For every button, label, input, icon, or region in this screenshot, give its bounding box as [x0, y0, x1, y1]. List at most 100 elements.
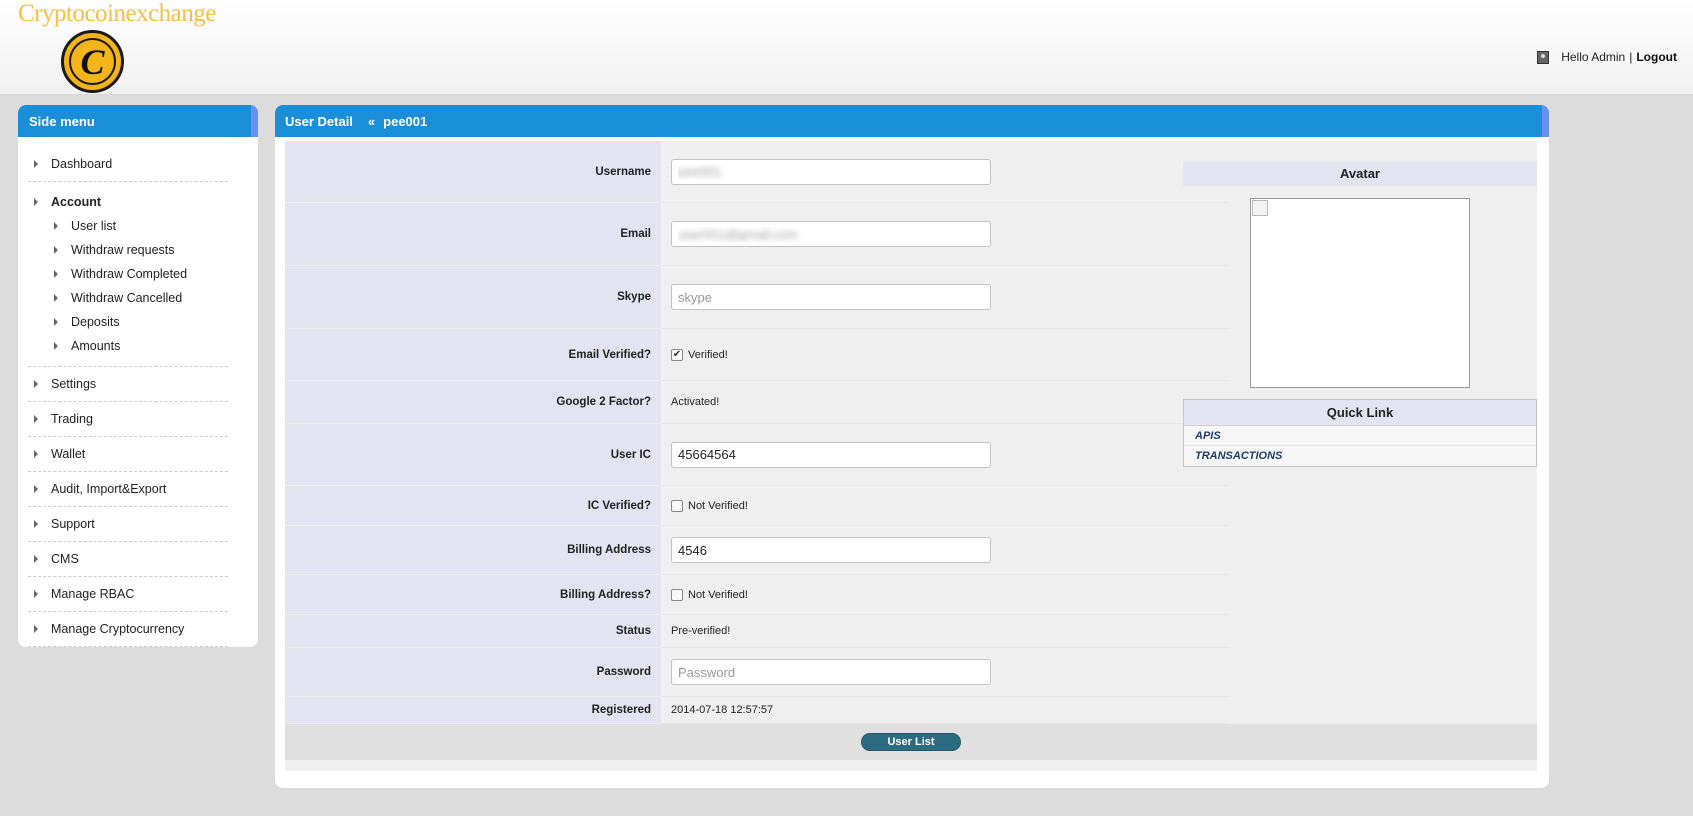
- menu-label: Dashboard: [51, 157, 113, 171]
- ic-verified-text: Not Verified!: [688, 499, 748, 512]
- label-google2fa: Google 2 Factor?: [285, 381, 661, 424]
- row-skype: Skype: [285, 266, 1229, 329]
- menu-item-rbac: Manage RBAC: [28, 577, 228, 612]
- caret-right-icon: [34, 160, 38, 168]
- menu-label: Trading: [51, 412, 93, 426]
- registered-value: 2014-07-18 12:57:57: [661, 697, 1229, 724]
- menu-item-wallet: Wallet: [28, 437, 228, 472]
- menu-label: CMS: [51, 552, 79, 566]
- caret-right-icon: [34, 415, 38, 423]
- submenu-user-list[interactable]: User list: [28, 214, 228, 238]
- menu-item-dashboard: Dashboard: [28, 147, 228, 182]
- password-input[interactable]: [671, 659, 991, 685]
- caret-right-icon: [54, 246, 58, 254]
- menu-item-settings: Settings: [28, 367, 228, 402]
- row-billing-verified: Billing Address? Not Verified!: [285, 575, 1229, 615]
- row-status: Status Pre-verified!: [285, 615, 1229, 648]
- menu-link-cms[interactable]: CMS: [28, 542, 228, 576]
- caret-right-icon: [54, 270, 58, 278]
- user-ic-input[interactable]: [671, 441, 991, 468]
- menu-link-support[interactable]: Support: [28, 507, 228, 541]
- quick-link-title: Quick Link: [1184, 400, 1536, 426]
- submenu-withdraw-cancelled[interactable]: Withdraw Cancelled: [28, 286, 228, 310]
- email-verified-text: Verified!: [688, 348, 728, 361]
- caret-right-icon: [34, 198, 38, 206]
- caret-right-icon: [34, 485, 38, 493]
- label-billing-address: Billing Address: [285, 526, 661, 575]
- label-email: Email: [285, 203, 661, 266]
- menu-label: Settings: [51, 377, 97, 391]
- user-detail-form: Username Email Skype Email Verified? ✔ Ve…: [285, 141, 1537, 771]
- avatar-image: [1250, 198, 1470, 388]
- breadcrumb-user: pee001: [383, 113, 428, 129]
- billing-verified-text: Not Verified!: [688, 588, 748, 601]
- user-list-button[interactable]: User List: [861, 733, 961, 751]
- label-user-ic: User IC: [285, 424, 661, 486]
- submenu-label: Withdraw Completed: [71, 267, 188, 281]
- menu-item-audit: Audit, Import&Export: [28, 472, 228, 507]
- logout-link[interactable]: Logout: [1636, 50, 1677, 64]
- menu-link-dashboard[interactable]: Dashboard: [28, 147, 228, 181]
- menu-link-settings[interactable]: Settings: [28, 367, 228, 401]
- label-skype: Skype: [285, 266, 661, 329]
- label-status: Status: [285, 615, 661, 648]
- menu-item-cms: CMS: [28, 542, 228, 577]
- label-email-verified: Email Verified?: [285, 329, 661, 381]
- email-verified-checkbox[interactable]: ✔: [671, 348, 683, 361]
- row-username: Username: [285, 141, 1229, 203]
- status-value: Pre-verified!: [661, 615, 1229, 648]
- label-ic-verified: IC Verified?: [285, 486, 661, 526]
- label-billing-verified: Billing Address?: [285, 575, 661, 615]
- submenu-withdraw-completed[interactable]: Withdraw Completed: [28, 262, 228, 286]
- username-input[interactable]: [671, 158, 991, 185]
- ic-verified-checkbox[interactable]: [671, 499, 683, 512]
- label-password: Password: [285, 648, 661, 697]
- menu-label: Audit, Import&Export: [51, 482, 167, 496]
- page-title: User Detail: [285, 113, 353, 129]
- menu-link-audit[interactable]: Audit, Import&Export: [28, 472, 228, 506]
- greeting: Hello Admin: [1561, 50, 1626, 64]
- brand-logo-icon[interactable]: C: [61, 30, 124, 93]
- separator: |: [1629, 50, 1633, 64]
- main-panel: User Detail « pee001 Username Email Skyp…: [275, 105, 1549, 788]
- caret-right-icon: [34, 520, 38, 528]
- menu-item-support: Support: [28, 507, 228, 542]
- avatar-title: Avatar: [1183, 162, 1537, 186]
- menu-link-cryptocurrency[interactable]: Manage Cryptocurrency: [28, 612, 228, 646]
- menu-link-rbac[interactable]: Manage RBAC: [28, 577, 228, 611]
- row-ic-verified: IC Verified? Not Verified!: [285, 486, 1229, 526]
- caret-right-icon: [54, 294, 58, 302]
- email-input[interactable]: [671, 221, 991, 247]
- main-panel-header: User Detail « pee001: [275, 105, 1549, 137]
- submenu-deposits[interactable]: Deposits: [28, 310, 228, 334]
- caret-right-icon: [54, 222, 58, 230]
- submenu-amounts[interactable]: Amounts: [28, 334, 228, 358]
- menu-link-trading[interactable]: Trading: [28, 402, 228, 436]
- menu-link-account[interactable]: Account: [28, 190, 228, 214]
- caret-right-icon: [34, 380, 38, 388]
- menu-link-wallet[interactable]: Wallet: [28, 437, 228, 471]
- label-registered: Registered: [285, 697, 661, 724]
- menu-item-account: Account User list Withdraw requests With…: [28, 190, 228, 367]
- row-registered: Registered 2014-07-18 12:57:57: [285, 697, 1229, 724]
- billing-verified-checkbox[interactable]: [671, 588, 683, 601]
- caret-right-icon: [54, 318, 58, 326]
- quick-link-transactions[interactable]: TRANSACTIONS: [1184, 446, 1536, 466]
- label-username: Username: [285, 141, 661, 203]
- quick-link-apis[interactable]: APIS: [1184, 426, 1536, 446]
- billing-address-input[interactable]: [671, 537, 991, 563]
- submenu-withdraw-requests[interactable]: Withdraw requests: [28, 238, 228, 262]
- user-box: Hello Admin | Logout: [1537, 50, 1677, 64]
- button-bar: User List: [285, 724, 1537, 760]
- brand-name[interactable]: Cryptocoinexchange: [18, 0, 216, 28]
- menu-item-cryptocurrency: Manage Cryptocurrency: [28, 612, 228, 647]
- menu-label: Manage RBAC: [51, 587, 135, 601]
- menu-label: Account: [51, 195, 101, 209]
- row-user-ic: User IC: [285, 424, 1229, 486]
- brand-logo-letter: C: [69, 38, 116, 85]
- user-avatar-icon: [1537, 50, 1550, 64]
- header: Cryptocoinexchange C Hello Admin | Logou…: [0, 0, 1693, 95]
- skype-input[interactable]: [671, 284, 991, 310]
- account-submenu: User list Withdraw requests Withdraw Com…: [28, 214, 228, 366]
- menu-label: Support: [51, 517, 95, 531]
